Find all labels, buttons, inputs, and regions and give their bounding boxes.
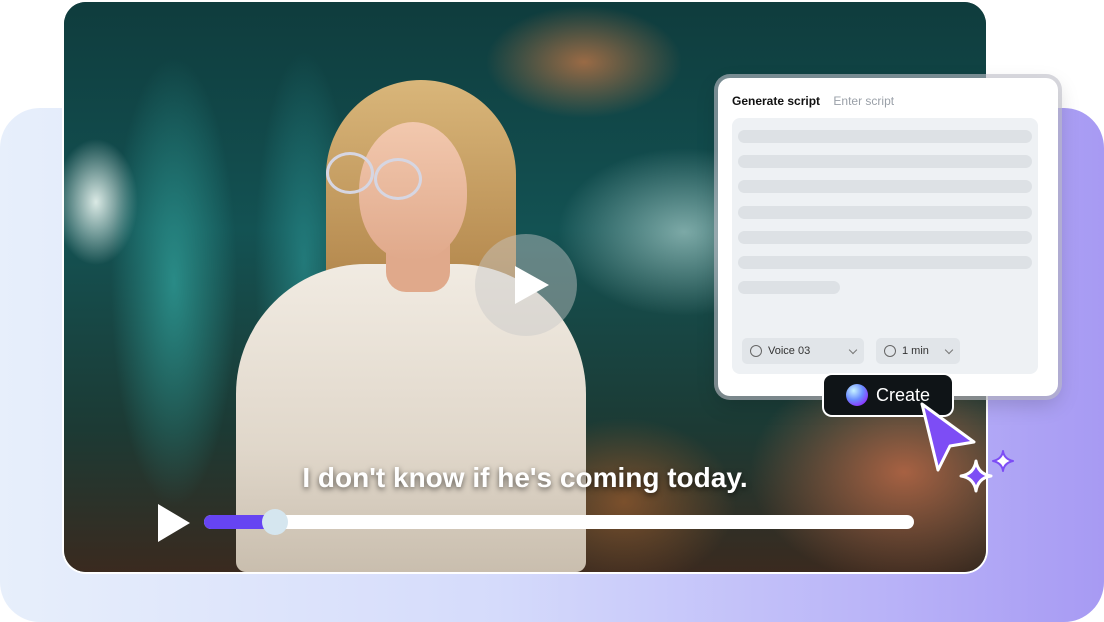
skeleton-line — [738, 231, 1032, 244]
skeleton-line — [738, 155, 1032, 168]
play-button-icon[interactable] — [158, 504, 190, 542]
gradient-orb-icon — [846, 384, 868, 406]
chevron-down-icon — [848, 345, 858, 354]
sparkle-small-icon — [992, 450, 1014, 472]
glasses-right-lens — [374, 158, 422, 200]
skeleton-line — [738, 281, 840, 294]
glasses-left-lens — [326, 152, 374, 194]
script-tabs: Generate script Enter script — [732, 94, 894, 108]
voice-icon — [750, 345, 762, 357]
skeleton-line — [738, 180, 1032, 193]
duration-select-value: 1 min — [902, 345, 929, 357]
progress-knob[interactable] — [262, 509, 288, 535]
chevron-down-icon — [944, 345, 954, 354]
skeleton-line — [738, 206, 1032, 219]
tab-generate-script[interactable]: Generate script — [732, 94, 820, 108]
progress-track[interactable] — [204, 509, 914, 535]
voice-select-value: Voice 03 — [768, 345, 811, 357]
tab-enter-script[interactable]: Enter script — [833, 94, 894, 108]
sparkle-icon — [959, 459, 993, 493]
script-panel: Generate script Enter script Voice 03 1 … — [718, 78, 1058, 396]
duration-select[interactable]: 1 min — [876, 338, 960, 364]
subtitle-caption: I don't know if he's coming today. — [302, 462, 748, 493]
skeleton-line — [738, 130, 1032, 143]
clock-icon — [884, 345, 896, 357]
voice-select[interactable]: Voice 03 — [742, 338, 864, 364]
center-play-icon[interactable] — [475, 234, 577, 336]
script-editor[interactable]: Voice 03 1 min — [732, 118, 1038, 374]
skeleton-line — [738, 256, 1032, 269]
